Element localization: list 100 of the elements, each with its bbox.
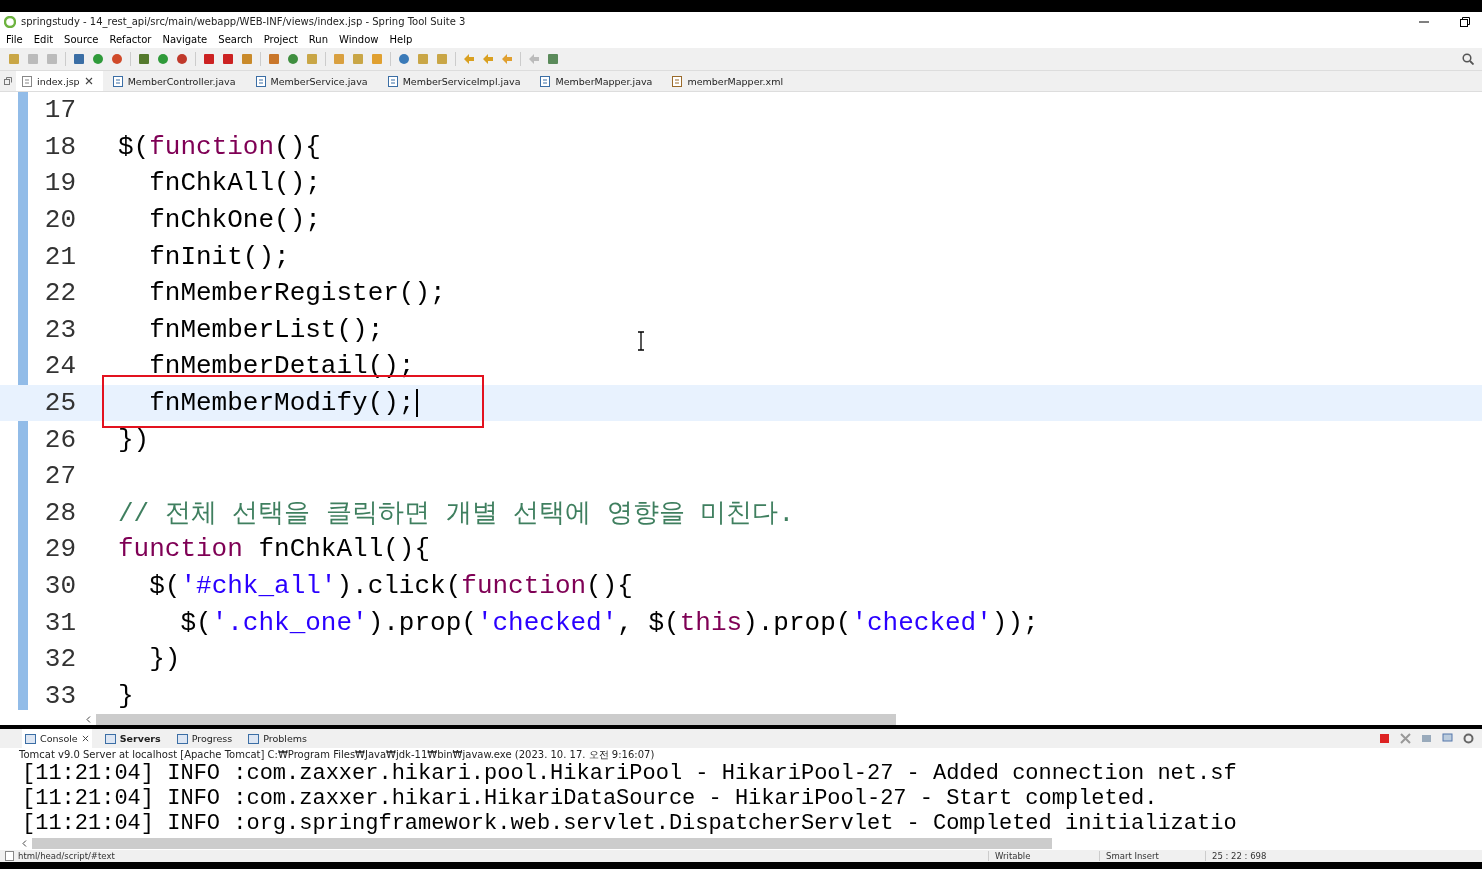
scroll-left-icon[interactable] (22, 839, 27, 847)
view-icon (248, 733, 260, 744)
line-number: 26 (43, 424, 77, 455)
code-line: } (118, 680, 134, 711)
menu-item[interactable]: Navigate (162, 34, 208, 45)
code-line: fnChkAll(); (148, 168, 321, 199)
line-number: 19 (43, 168, 77, 199)
editor-tab[interactable]: index.jsp (16, 71, 103, 91)
line-number: 20 (43, 205, 77, 236)
line-number: 31 (43, 607, 77, 638)
scrollbar-thumb[interactable] (96, 714, 896, 726)
editor-tab[interactable]: MemberServiceImpl.java (381, 71, 531, 91)
arrow-icon[interactable] (463, 53, 475, 65)
close-icon[interactable] (81, 735, 89, 742)
square-icon[interactable] (547, 53, 559, 65)
arrow-icon[interactable] (482, 53, 494, 65)
menu-item[interactable]: Source (64, 34, 99, 45)
window-title: springstudy - 14_rest_api/src/main/webapp/WEB-INF/views/index.jsp - Spring Tool Suite 3 (21, 16, 466, 27)
menu-item[interactable]: Edit (33, 34, 54, 45)
menu-item[interactable]: Help (389, 34, 413, 45)
menu-item[interactable]: Project (263, 34, 298, 45)
restore-icon[interactable] (1460, 16, 1470, 27)
console-line: [11:21:04] INFO :org.springframework.web.servlet.DispatcherServlet - Completed initializatio (22, 811, 1237, 836)
view-tab[interactable]: Console (22, 729, 92, 748)
circle-icon[interactable] (92, 53, 104, 65)
line-number: 23 (43, 314, 77, 345)
square-icon[interactable] (268, 53, 280, 65)
file-icon (255, 75, 266, 87)
editor-tab[interactable]: MemberMapper.java (534, 71, 663, 91)
line-number: 24 (43, 351, 77, 382)
square-icon[interactable] (73, 53, 85, 65)
square-icon[interactable] (203, 53, 215, 65)
view-icon (176, 733, 188, 744)
code-line: }) (148, 644, 181, 675)
editor-tab[interactable]: MemberService.java (249, 71, 378, 91)
square-icon[interactable] (138, 53, 150, 65)
square-icon[interactable] (333, 53, 345, 65)
file-icon (387, 75, 398, 87)
menu-item[interactable]: Refactor (109, 34, 152, 45)
square-icon[interactable] (436, 53, 448, 65)
menu-item[interactable]: Run (308, 34, 329, 45)
arrow-icon[interactable] (528, 53, 540, 65)
square-icon[interactable] (352, 53, 364, 65)
view-icon (25, 733, 36, 744)
line-number: 28 (43, 497, 77, 528)
square-icon[interactable] (371, 53, 383, 65)
editor-tab[interactable]: memberMapper.xml (666, 71, 794, 91)
text-cursor-icon (637, 331, 645, 351)
code-line: }) (118, 424, 150, 455)
view-tab[interactable]: Problems (245, 729, 310, 748)
line-number: 27 (43, 461, 77, 492)
square-icon[interactable] (222, 53, 234, 65)
menu-item[interactable]: Window (339, 34, 379, 45)
scroll-left-icon[interactable] (86, 716, 91, 724)
console-line: [11:21:04] INFO :com.zaxxer.hikari.pool.HikariPool - HikariPool-27 - Added connection net.sf (22, 761, 1237, 786)
view-tab[interactable]: Progress (173, 729, 236, 748)
pin-icon[interactable] (1421, 733, 1432, 744)
circle-icon[interactable] (111, 53, 123, 65)
settings-icon[interactable] (1463, 733, 1474, 744)
circle-icon[interactable] (176, 53, 188, 65)
line-number: 18 (43, 131, 77, 162)
file-icon (672, 75, 683, 87)
remove-icon[interactable] (1400, 733, 1411, 744)
file-icon (112, 75, 123, 87)
circle-icon[interactable] (157, 53, 169, 65)
line-number: 32 (43, 644, 77, 675)
line-number: 22 (43, 278, 77, 309)
line-number: 17 (43, 95, 77, 126)
status-position: 25 : 22 : 698 (1205, 851, 1482, 861)
view-tab[interactable]: Servers (101, 729, 164, 748)
line-number: 25 (43, 388, 77, 419)
menu-item[interactable]: File (6, 34, 23, 45)
code-line: // 전체 선택을 클릭하면 개별 선택에 영향을 미친다. (118, 498, 795, 531)
scrollbar-thumb[interactable] (32, 837, 1052, 849)
code-line: fnMemberList(); (148, 314, 384, 345)
menu-item[interactable]: Search (218, 34, 253, 45)
monitor-icon[interactable] (1442, 733, 1453, 744)
status-insert: Smart Insert (1099, 851, 1201, 861)
console-line: [11:21:04] INFO :com.zaxxer.hikari.HikariDataSource - HikariPool-27 - Start completed. (22, 786, 1159, 811)
code-line: fnChkOne(); (148, 205, 321, 236)
search-icon[interactable] (1462, 53, 1474, 65)
code-line: function fnChkAll(){ (118, 534, 431, 565)
file-icon (540, 75, 551, 87)
file-icon (22, 75, 32, 87)
line-number: 30 (43, 571, 77, 601)
process-label: Tomcat v9.0 Server at localhost [Apache Tomcat] C:₩Program Files₩Java₩jdk-11₩bin₩javaw.exe (2023. 10. 17. 오전 9:16:07) (0, 748, 1482, 761)
square-icon[interactable] (241, 53, 253, 65)
stop-icon[interactable] (1379, 733, 1390, 744)
code-line: fnInit(); (148, 241, 290, 272)
editor-tab[interactable]: MemberController.java (106, 71, 246, 91)
square-icon[interactable] (417, 53, 429, 65)
circle-icon[interactable] (287, 53, 299, 65)
line-number: 33 (43, 680, 77, 711)
code-line: fnMemberRegister(); (148, 278, 446, 309)
circle-icon[interactable] (398, 53, 410, 65)
square-icon[interactable] (306, 53, 318, 65)
arrow-icon[interactable] (501, 53, 513, 65)
square-icon[interactable] (8, 53, 20, 65)
close-icon[interactable] (84, 77, 93, 85)
view-icon (104, 733, 116, 744)
